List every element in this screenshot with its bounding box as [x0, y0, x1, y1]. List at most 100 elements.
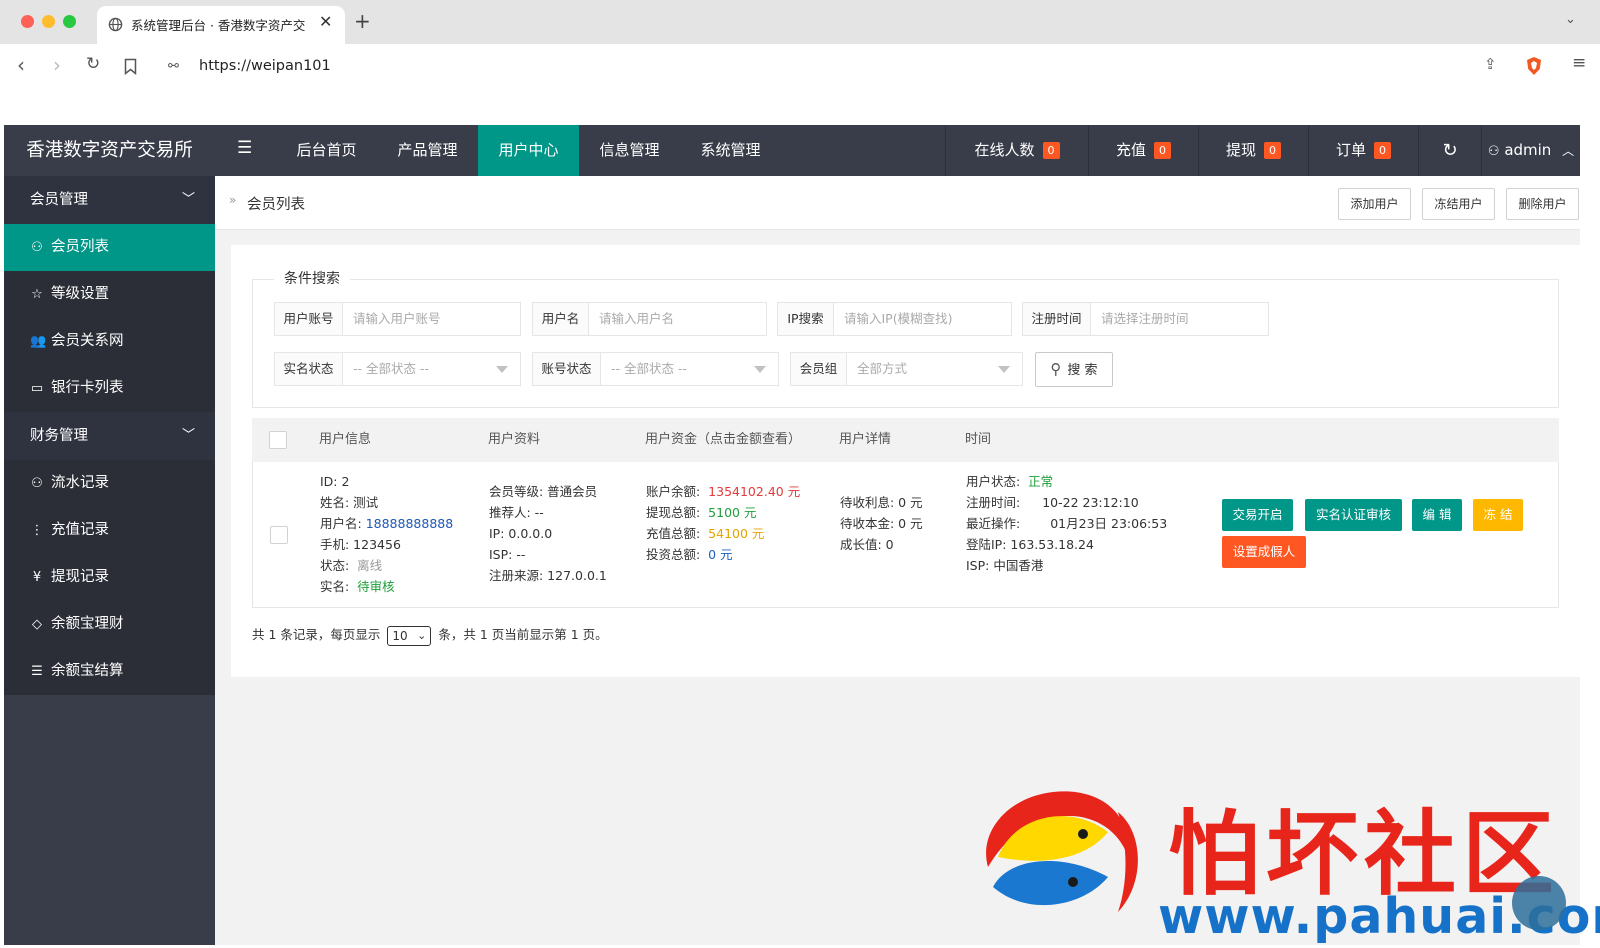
withdraw-amount[interactable]: 5100 元: [708, 505, 756, 520]
online-users-badge: 0: [1042, 142, 1060, 159]
reload-icon[interactable]: ↻: [86, 54, 100, 74]
withdraw-label: 提现总额:: [646, 505, 701, 520]
sidebar-item-levels[interactable]: ☆ 等级设置: [4, 271, 215, 318]
register-time-value: 10-22 23:12:10: [1042, 495, 1139, 510]
orders-stat[interactable]: 订单 0: [1308, 125, 1418, 176]
maximize-window-button[interactable]: [63, 15, 76, 28]
member-group-select[interactable]: 全部方式: [847, 352, 1023, 386]
user-username-line: 用户名: 18888888888: [320, 513, 453, 534]
register-time-input[interactable]: 请选择注册时间: [1091, 302, 1269, 336]
chevron-down-icon: ﹀: [181, 192, 195, 207]
nav-user-center[interactable]: 用户中心: [478, 125, 579, 176]
realname-label: 实名:: [320, 579, 350, 594]
delete-user-button[interactable]: 删除用户: [1506, 188, 1579, 220]
admin-menu[interactable]: ⚇ admin ︿: [1481, 125, 1580, 176]
account-input[interactable]: 请输入用户账号: [343, 302, 521, 336]
account-status-select[interactable]: -- 全部状态 --: [601, 352, 779, 386]
balance-amount[interactable]: 1354102.40 元: [708, 484, 800, 499]
sidebar-group-finance[interactable]: 财务管理 ﹀: [4, 412, 215, 460]
caret-down-icon: [998, 366, 1010, 373]
recharge-stat[interactable]: 充值 0: [1088, 125, 1198, 176]
top-header: 香港数字资产交易所 ☰ 后台首页 产品管理 用户中心 信息管理 系统管理 在线人…: [4, 125, 1580, 176]
search-legend: 条件搜索: [274, 268, 350, 288]
new-tab-icon[interactable]: +: [354, 9, 371, 33]
user-funds-cell: 账户余额: 1354102.40 元 提现总额: 5100 元 充值总额: 54…: [646, 481, 800, 565]
withdraw-badge: 0: [1264, 142, 1281, 159]
forward-icon[interactable]: ›: [53, 53, 61, 77]
withdraw-stat[interactable]: 提现 0: [1198, 125, 1308, 176]
nav-home[interactable]: 后台首页: [276, 125, 377, 176]
browser-tab[interactable]: 系统管理后台 · 香港数字资产交 ✕: [97, 6, 345, 44]
url-field[interactable]: ⚯ https://weipan101: [156, 51, 1556, 85]
browser-tab-bar: 系统管理后台 · 香港数字资产交 ✕ + ⌄: [0, 0, 1600, 44]
online-users-stat[interactable]: 在线人数 0: [945, 125, 1088, 176]
ip-search-input[interactable]: 请输入IP(模糊查找): [834, 302, 1012, 336]
pagination-info: 共 1 条记录，每页显示 10 ⌄ 条，共 1 页当前显示第 1 页。: [252, 624, 608, 646]
nav-system[interactable]: 系统管理: [680, 125, 781, 176]
register-time-label: 注册时间: [1022, 302, 1091, 336]
user-state: 正常: [1028, 474, 1054, 489]
username-input[interactable]: 请输入用户名: [589, 302, 767, 336]
register-source: 注册来源: 127.0.0.1: [489, 568, 607, 583]
close-tab-icon[interactable]: ✕: [319, 12, 332, 31]
add-user-button[interactable]: 添加用户: [1338, 188, 1411, 220]
tab-title: 系统管理后台 · 香港数字资产交: [131, 18, 306, 33]
realname-status-select[interactable]: -- 全部状态 --: [343, 352, 521, 386]
edit-button[interactable]: 编 辑: [1412, 499, 1462, 531]
last-operation-label: 最近操作:: [966, 516, 1021, 531]
site-settings-icon[interactable]: ⚯: [168, 59, 179, 74]
select-all-checkbox[interactable]: [269, 431, 287, 449]
nav-products[interactable]: 产品管理: [377, 125, 478, 176]
share-icon[interactable]: ⇪: [1484, 55, 1497, 73]
back-icon[interactable]: ‹: [17, 53, 25, 77]
username-link[interactable]: 18888888888: [366, 516, 453, 531]
recharge-amount[interactable]: 54100 元: [708, 526, 764, 541]
sidebar-item-yuebao-settlement[interactable]: ☰ 余额宝结算: [4, 648, 215, 695]
brave-shield-icon[interactable]: [1525, 56, 1543, 76]
tab-list-chevron-icon[interactable]: ⌄: [1565, 12, 1576, 27]
login-isp: ISP: 中国香港: [966, 558, 1044, 573]
refresh-icon[interactable]: ↻: [1418, 125, 1481, 176]
sidebar-item-recharge-records[interactable]: ⋮ 充值记录: [4, 507, 215, 554]
sidebar-item-label: 会员关系网: [51, 333, 124, 349]
fish-logo-icon: [986, 791, 1138, 912]
sidebar-item-transactions[interactable]: ⚇ 流水记录: [4, 460, 215, 507]
last-operation-value: 01月23日 23:06:53: [1050, 516, 1168, 531]
nav-info[interactable]: 信息管理: [579, 125, 680, 176]
user-realname-line: 实名: 待审核: [320, 576, 453, 597]
table-row: ID: 2 姓名: 测试 用户名: 18888888888 手机: 123456…: [252, 462, 1559, 608]
user-icon: ⚇: [31, 240, 43, 255]
search-button[interactable]: ⚲ 搜 索: [1035, 352, 1113, 387]
freeze-button[interactable]: 冻 结: [1473, 499, 1523, 531]
row-checkbox[interactable]: [270, 526, 288, 544]
search-fieldset: [252, 279, 1559, 408]
account-label: 用户账号: [274, 302, 343, 336]
sidebar-item-yuebao-wealth[interactable]: ◇ 余额宝理财: [4, 601, 215, 648]
set-fake-user-button[interactable]: 设置成假人: [1222, 536, 1306, 568]
menu-icon[interactable]: ≡: [1572, 53, 1586, 73]
minimize-window-button[interactable]: [42, 15, 55, 28]
invest-amount[interactable]: 0 元: [708, 547, 732, 562]
sidebar-item-label: 余额宝结算: [51, 663, 124, 679]
sidebar-item-bank-cards[interactable]: ▭ 银行卡列表: [4, 365, 215, 412]
page-size-select[interactable]: 10 ⌄: [387, 625, 432, 646]
close-window-button[interactable]: [21, 15, 34, 28]
enable-trading-button[interactable]: 交易开启: [1222, 499, 1293, 531]
freeze-user-button[interactable]: 冻结用户: [1422, 188, 1495, 220]
floating-help-button[interactable]: [1512, 876, 1566, 930]
url-text: https://weipan101: [199, 58, 331, 74]
bookmark-icon[interactable]: [124, 58, 137, 75]
address-bar: ‹ › ↻ ⚯ https://weipan101 ⇪ ≡: [0, 44, 1600, 91]
sidebar-item-network[interactable]: 👥 会员关系网: [4, 318, 215, 365]
sidebar-item-member-list[interactable]: ⚇ 会员列表: [4, 224, 215, 271]
chevron-up-icon: ︿: [1562, 144, 1575, 158]
sidebar-item-withdraw-records[interactable]: ¥ 提现记录: [4, 554, 215, 601]
realname-review-button[interactable]: 实名认证审核: [1305, 499, 1402, 531]
chevron-down-icon: ⌄: [417, 628, 427, 642]
sidebar-toggle-icon[interactable]: ☰: [237, 138, 252, 158]
sidebar-group-members[interactable]: 会员管理 ﹀: [4, 176, 215, 224]
chevron-down-icon: ﹀: [181, 428, 195, 443]
member-level: 会员等级: 普通会员: [489, 484, 598, 499]
user-profile-cell: 会员等级: 普通会员 推荐人: -- IP: 0.0.0.0 ISP: -- 注…: [489, 481, 607, 586]
header-time: 时间: [965, 432, 992, 447]
